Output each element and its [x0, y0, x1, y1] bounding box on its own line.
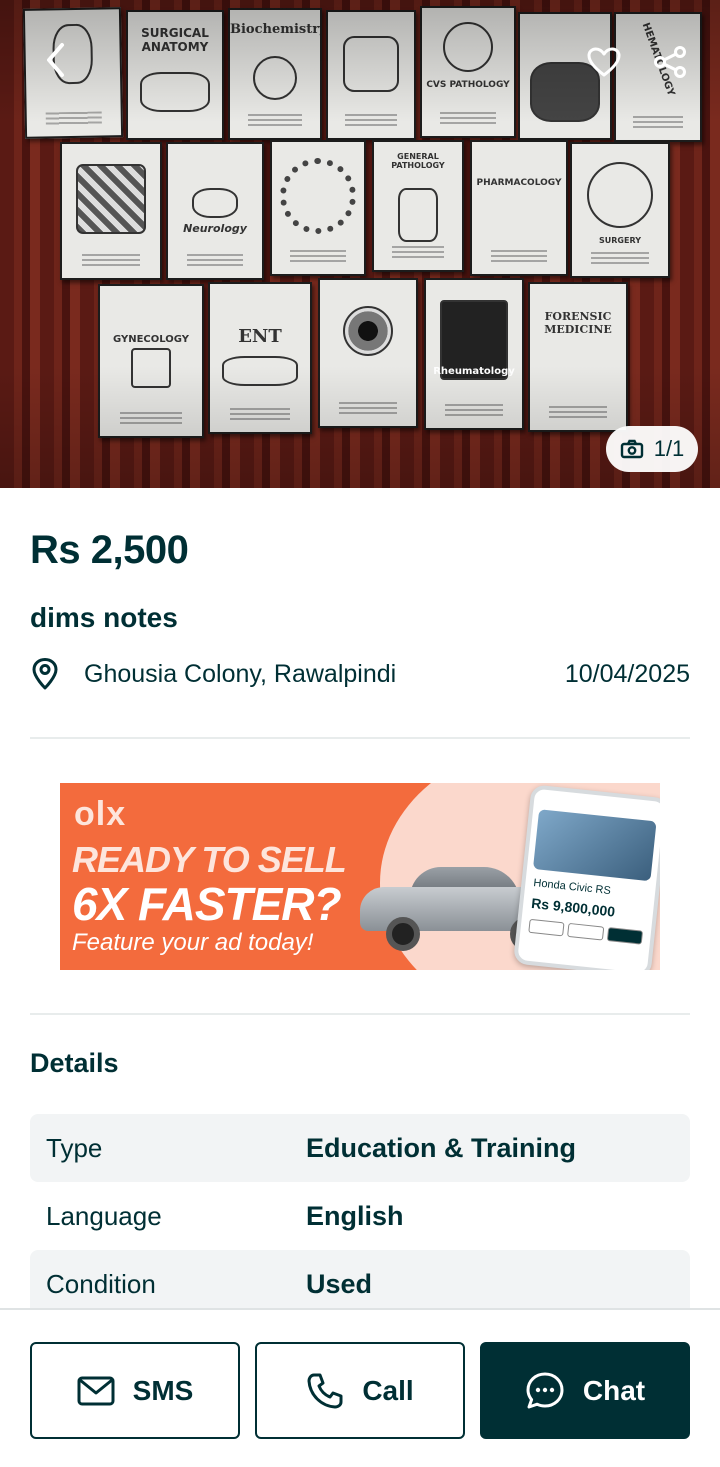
- book-cover: PHARMACOLOGY: [470, 140, 568, 276]
- listing-date: 10/04/2025: [564, 659, 690, 688]
- book-cover: ENT: [208, 282, 312, 434]
- detail-value: English: [306, 1200, 404, 1231]
- favorite-button[interactable]: [584, 42, 624, 82]
- sms-button[interactable]: SMS: [30, 1342, 240, 1439]
- contact-bar: SMS Call Chat: [0, 1308, 720, 1467]
- back-button[interactable]: [36, 40, 76, 80]
- book-cover: GYNECOLOGY: [98, 284, 204, 438]
- back-arrow-icon: [47, 43, 64, 77]
- book-cover: [318, 278, 418, 428]
- call-label: Call: [362, 1374, 414, 1406]
- book-cover: SURGICAL ANATOMY: [126, 10, 224, 140]
- olx-logo: olx: [74, 795, 127, 833]
- phone-ad-title: Honda Civic RS: [532, 877, 612, 898]
- photo-counter[interactable]: 1/1: [606, 426, 698, 472]
- chat-label: Chat: [582, 1374, 646, 1406]
- book-cover: Biochemistry: [228, 8, 322, 140]
- divider: [30, 737, 690, 739]
- camera-icon: [620, 439, 643, 459]
- book-cover: Rheumatology: [424, 278, 524, 430]
- book-cover: GENERAL PATHOLOGY: [372, 140, 464, 272]
- book-cover: [270, 140, 366, 276]
- chat-button[interactable]: Chat: [480, 1342, 690, 1439]
- book-cover: FORENSIC MEDICINE: [528, 282, 628, 432]
- phone-ad-price: Rs 9,800,000: [530, 894, 616, 920]
- listing-location: Ghousia Colony, Rawalpindi: [84, 659, 397, 688]
- detail-value: Education & Training: [306, 1132, 577, 1163]
- share-icon: [654, 46, 686, 78]
- heart-icon: [587, 47, 621, 77]
- detail-row-language: Language English: [30, 1182, 690, 1250]
- detail-key: Language: [46, 1200, 162, 1231]
- book-cover: Neurology: [166, 142, 264, 280]
- detail-row-type: Type Education & Training: [30, 1114, 690, 1182]
- book-cover: CVS PATHOLOGY: [420, 6, 516, 138]
- details-table: Type Education & Training Language Engli…: [30, 1114, 690, 1318]
- banner-headline-1: READY TO SELL: [72, 839, 347, 880]
- chat-bubble-icon: [526, 1372, 564, 1408]
- call-button[interactable]: Call: [255, 1342, 465, 1439]
- listing-price: Rs 2,500: [30, 528, 189, 572]
- details-heading: Details: [30, 1048, 119, 1078]
- divider: [30, 1013, 690, 1015]
- detail-key: Condition: [46, 1268, 156, 1299]
- share-button[interactable]: [650, 42, 690, 82]
- sms-label: SMS: [132, 1374, 194, 1406]
- promo-banner[interactable]: olx READY TO SELL 6X FASTER? Feature you…: [60, 783, 660, 970]
- banner-subtext: Feature your ad today!: [72, 929, 314, 956]
- phone-icon: [307, 1373, 343, 1408]
- listing-title: dims notes: [30, 602, 178, 633]
- banner-headline-2: 6X FASTER?: [72, 878, 342, 930]
- detail-key: Type: [46, 1132, 103, 1163]
- book-cover: [326, 10, 416, 140]
- book-cover: [60, 142, 162, 280]
- location-pin-icon: [30, 656, 66, 692]
- phone-illustration: Honda Civic RS Rs 9,800,000: [512, 784, 660, 970]
- listing-photo[interactable]: SURGICAL ANATOMY Biochemistry CVS PATHOL…: [0, 0, 720, 488]
- location-row: Ghousia Colony, Rawalpindi 10/04/2025: [30, 654, 690, 694]
- detail-value: Used: [306, 1268, 373, 1299]
- photo-counter-text: 1/1: [653, 436, 685, 461]
- mail-icon: [77, 1376, 115, 1405]
- book-cover: SURGERY: [570, 142, 670, 278]
